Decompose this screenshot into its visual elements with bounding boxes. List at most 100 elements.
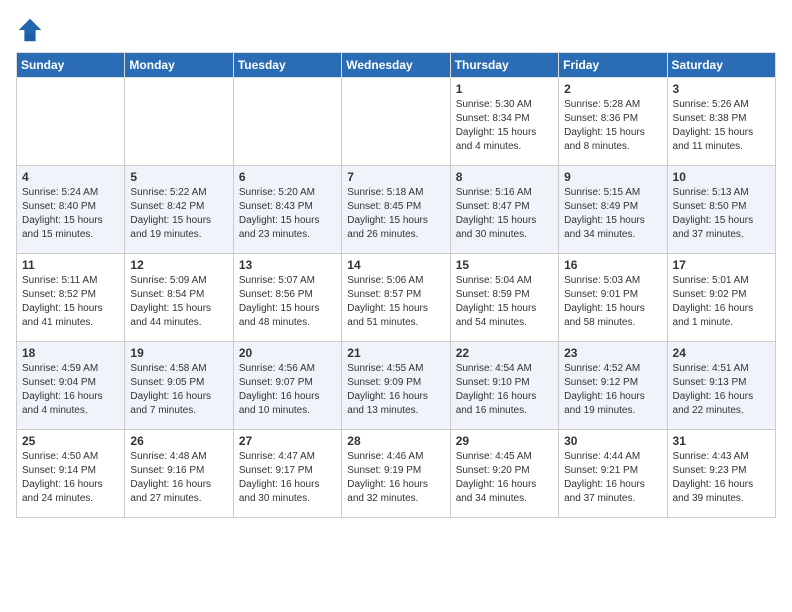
day-info: Sunrise: 5:18 AM Sunset: 8:45 PM Dayligh… bbox=[347, 186, 444, 242]
day-info: Sunrise: 5:11 AM Sunset: 8:52 PM Dayligh… bbox=[22, 274, 119, 330]
day-number: 23 bbox=[564, 346, 661, 360]
calendar-week-row: 11 Sunrise: 5:11 AM Sunset: 8:52 PM Dayli… bbox=[17, 254, 776, 342]
day-info: Sunrise: 5:30 AM Sunset: 8:34 PM Dayligh… bbox=[456, 98, 553, 154]
calendar-cell: 7 Sunrise: 5:18 AM Sunset: 8:45 PM Daylig… bbox=[342, 166, 450, 254]
day-info: Sunrise: 4:47 AM Sunset: 9:17 PM Dayligh… bbox=[239, 450, 336, 506]
day-number: 4 bbox=[22, 170, 119, 184]
calendar-week-row: 4Sunrise: 5:24 AM Sunset: 8:40 PM Daylig… bbox=[17, 166, 776, 254]
day-number: 8 bbox=[456, 170, 553, 184]
day-info: Sunrise: 5:06 AM Sunset: 8:57 PM Dayligh… bbox=[347, 274, 444, 330]
day-number: 3 bbox=[673, 82, 770, 96]
calendar-cell: 9 Sunrise: 5:15 AM Sunset: 8:49 PM Daylig… bbox=[559, 166, 667, 254]
calendar-cell: 6Sunrise: 5:20 AM Sunset: 8:43 PM Daylig… bbox=[233, 166, 341, 254]
day-number: 9 bbox=[564, 170, 661, 184]
day-number: 30 bbox=[564, 434, 661, 448]
calendar-cell: 1 Sunrise: 5:30 AM Sunset: 8:34 PM Daylig… bbox=[450, 78, 558, 166]
calendar-cell: 13 Sunrise: 5:07 AM Sunset: 8:56 PM Dayli… bbox=[233, 254, 341, 342]
day-number: 6 bbox=[239, 170, 336, 184]
calendar-cell: 11 Sunrise: 5:11 AM Sunset: 8:52 PM Dayli… bbox=[17, 254, 125, 342]
calendar-cell: 27 Sunrise: 4:47 AM Sunset: 9:17 PM Dayli… bbox=[233, 430, 341, 518]
day-info: Sunrise: 4:52 AM Sunset: 9:12 PM Dayligh… bbox=[564, 362, 661, 418]
day-number: 2 bbox=[564, 82, 661, 96]
calendar-cell: 22Sunrise: 4:54 AM Sunset: 9:10 PM Dayli… bbox=[450, 342, 558, 430]
day-info: Sunrise: 4:59 AM Sunset: 9:04 PM Dayligh… bbox=[22, 362, 119, 418]
calendar-cell: 18 Sunrise: 4:59 AM Sunset: 9:04 PM Dayli… bbox=[17, 342, 125, 430]
day-number: 15 bbox=[456, 258, 553, 272]
day-number: 21 bbox=[347, 346, 444, 360]
day-number: 19 bbox=[130, 346, 227, 360]
calendar-cell: 25 Sunrise: 4:50 AM Sunset: 9:14 PM Dayli… bbox=[17, 430, 125, 518]
day-number: 14 bbox=[347, 258, 444, 272]
day-number: 26 bbox=[130, 434, 227, 448]
day-number: 1 bbox=[456, 82, 553, 96]
day-info: Sunrise: 5:04 AM Sunset: 8:59 PM Dayligh… bbox=[456, 274, 553, 330]
calendar-cell: 8Sunrise: 5:16 AM Sunset: 8:47 PM Daylig… bbox=[450, 166, 558, 254]
day-number: 20 bbox=[239, 346, 336, 360]
calendar-cell: 4Sunrise: 5:24 AM Sunset: 8:40 PM Daylig… bbox=[17, 166, 125, 254]
day-number: 22 bbox=[456, 346, 553, 360]
weekday-header: Monday bbox=[125, 53, 233, 78]
calendar-cell: 28 Sunrise: 4:46 AM Sunset: 9:19 PM Dayli… bbox=[342, 430, 450, 518]
weekday-header: Tuesday bbox=[233, 53, 341, 78]
weekday-header: Saturday bbox=[667, 53, 775, 78]
calendar-cell: 26 Sunrise: 4:48 AM Sunset: 9:16 PM Dayli… bbox=[125, 430, 233, 518]
calendar-cell: 30 Sunrise: 4:44 AM Sunset: 9:21 PM Dayli… bbox=[559, 430, 667, 518]
weekday-header: Thursday bbox=[450, 53, 558, 78]
day-number: 18 bbox=[22, 346, 119, 360]
day-number: 10 bbox=[673, 170, 770, 184]
calendar-cell: 19 Sunrise: 4:58 AM Sunset: 9:05 PM Dayli… bbox=[125, 342, 233, 430]
weekday-header: Wednesday bbox=[342, 53, 450, 78]
calendar-cell: 15 Sunrise: 5:04 AM Sunset: 8:59 PM Dayli… bbox=[450, 254, 558, 342]
day-number: 11 bbox=[22, 258, 119, 272]
calendar-cell: 3Sunrise: 5:26 AM Sunset: 8:38 PM Daylig… bbox=[667, 78, 775, 166]
day-number: 29 bbox=[456, 434, 553, 448]
day-number: 12 bbox=[130, 258, 227, 272]
day-info: Sunrise: 5:13 AM Sunset: 8:50 PM Dayligh… bbox=[673, 186, 770, 242]
logo bbox=[16, 16, 48, 44]
calendar-cell bbox=[233, 78, 341, 166]
day-info: Sunrise: 5:28 AM Sunset: 8:36 PM Dayligh… bbox=[564, 98, 661, 154]
day-info: Sunrise: 4:44 AM Sunset: 9:21 PM Dayligh… bbox=[564, 450, 661, 506]
day-info: Sunrise: 4:56 AM Sunset: 9:07 PM Dayligh… bbox=[239, 362, 336, 418]
day-info: Sunrise: 4:58 AM Sunset: 9:05 PM Dayligh… bbox=[130, 362, 227, 418]
day-info: Sunrise: 5:09 AM Sunset: 8:54 PM Dayligh… bbox=[130, 274, 227, 330]
day-number: 17 bbox=[673, 258, 770, 272]
calendar-cell: 31 Sunrise: 4:43 AM Sunset: 9:23 PM Dayli… bbox=[667, 430, 775, 518]
calendar-cell: 14 Sunrise: 5:06 AM Sunset: 8:57 PM Dayli… bbox=[342, 254, 450, 342]
day-info: Sunrise: 5:01 AM Sunset: 9:02 PM Dayligh… bbox=[673, 274, 770, 330]
day-info: Sunrise: 4:43 AM Sunset: 9:23 PM Dayligh… bbox=[673, 450, 770, 506]
day-info: Sunrise: 5:22 AM Sunset: 8:42 PM Dayligh… bbox=[130, 186, 227, 242]
calendar-cell: 12 Sunrise: 5:09 AM Sunset: 8:54 PM Dayli… bbox=[125, 254, 233, 342]
calendar-week-row: 18 Sunrise: 4:59 AM Sunset: 9:04 PM Dayli… bbox=[17, 342, 776, 430]
calendar-cell: 29Sunrise: 4:45 AM Sunset: 9:20 PM Dayli… bbox=[450, 430, 558, 518]
calendar-cell bbox=[125, 78, 233, 166]
day-number: 16 bbox=[564, 258, 661, 272]
header-row: SundayMondayTuesdayWednesdayThursdayFrid… bbox=[17, 53, 776, 78]
weekday-header: Sunday bbox=[17, 53, 125, 78]
day-info: Sunrise: 4:48 AM Sunset: 9:16 PM Dayligh… bbox=[130, 450, 227, 506]
day-number: 28 bbox=[347, 434, 444, 448]
page-header bbox=[16, 16, 776, 44]
weekday-header: Friday bbox=[559, 53, 667, 78]
calendar-week-row: 1 Sunrise: 5:30 AM Sunset: 8:34 PM Daylig… bbox=[17, 78, 776, 166]
calendar-table: SundayMondayTuesdayWednesdayThursdayFrid… bbox=[16, 52, 776, 518]
day-number: 27 bbox=[239, 434, 336, 448]
day-info: Sunrise: 5:07 AM Sunset: 8:56 PM Dayligh… bbox=[239, 274, 336, 330]
day-number: 25 bbox=[22, 434, 119, 448]
calendar-cell: 24Sunrise: 4:51 AM Sunset: 9:13 PM Dayli… bbox=[667, 342, 775, 430]
day-info: Sunrise: 5:15 AM Sunset: 8:49 PM Dayligh… bbox=[564, 186, 661, 242]
day-info: Sunrise: 4:50 AM Sunset: 9:14 PM Dayligh… bbox=[22, 450, 119, 506]
logo-icon bbox=[16, 16, 44, 44]
calendar-cell: 16 Sunrise: 5:03 AM Sunset: 9:01 PM Dayli… bbox=[559, 254, 667, 342]
day-number: 7 bbox=[347, 170, 444, 184]
calendar-cell bbox=[17, 78, 125, 166]
calendar-cell: 2 Sunrise: 5:28 AM Sunset: 8:36 PM Daylig… bbox=[559, 78, 667, 166]
day-number: 5 bbox=[130, 170, 227, 184]
day-number: 31 bbox=[673, 434, 770, 448]
calendar-cell: 21Sunrise: 4:55 AM Sunset: 9:09 PM Dayli… bbox=[342, 342, 450, 430]
calendar-week-row: 25 Sunrise: 4:50 AM Sunset: 9:14 PM Dayli… bbox=[17, 430, 776, 518]
day-info: Sunrise: 5:03 AM Sunset: 9:01 PM Dayligh… bbox=[564, 274, 661, 330]
day-number: 13 bbox=[239, 258, 336, 272]
day-info: Sunrise: 4:46 AM Sunset: 9:19 PM Dayligh… bbox=[347, 450, 444, 506]
calendar-cell: 10 Sunrise: 5:13 AM Sunset: 8:50 PM Dayli… bbox=[667, 166, 775, 254]
